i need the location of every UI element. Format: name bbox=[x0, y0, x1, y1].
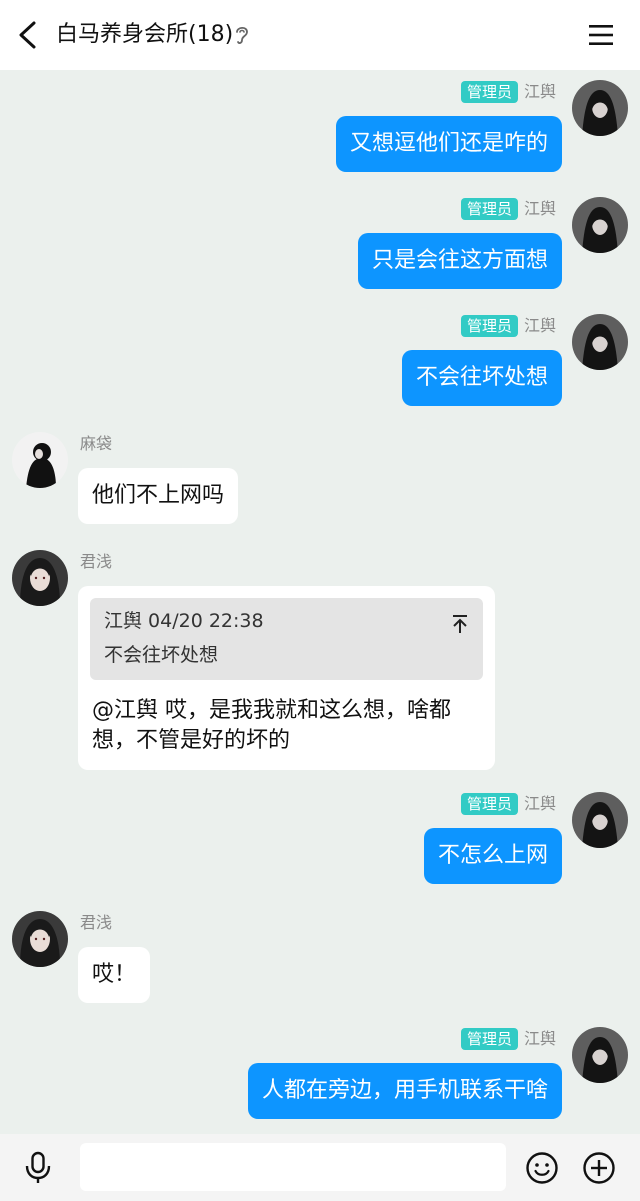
message-item: 管理员 江舆 不怎么上网 bbox=[0, 782, 640, 894]
sender-meta: 管理员 江舆 bbox=[460, 197, 556, 221]
avatar[interactable] bbox=[572, 1027, 628, 1083]
sender-name: 江舆 bbox=[523, 794, 556, 813]
sender-meta: 管理员 江舆 bbox=[460, 1027, 556, 1051]
chat-header: 白马养身会所(18) bbox=[0, 0, 640, 70]
message-bubble[interactable]: 他们不上网吗 bbox=[78, 468, 239, 524]
sender-name: 江舆 bbox=[523, 199, 556, 218]
back-arrow-icon[interactable] bbox=[14, 20, 42, 50]
admin-badge: 管理员 bbox=[460, 315, 518, 337]
sender-name: 江舆 bbox=[523, 1029, 556, 1048]
ear-icon bbox=[236, 26, 248, 44]
avatar[interactable] bbox=[12, 550, 68, 606]
sender-name: 江舆 bbox=[523, 316, 556, 335]
message-bubble[interactable]: 只是会往这方面想 bbox=[357, 233, 562, 289]
message-bubble[interactable]: 哎！ bbox=[78, 947, 151, 1003]
message-item: 君浅 江舆 04/20 22:38 不会往坏处想 @江舆 哎，是我我就和这么想，… bbox=[0, 540, 640, 780]
quote-header: 江舆 04/20 22:38 bbox=[104, 610, 264, 632]
sender-name: 江舆 bbox=[523, 82, 556, 101]
message-item: 管理员 江舆 人都在旁边，用手机联系干啥 bbox=[0, 1017, 640, 1129]
quoted-message[interactable]: 江舆 04/20 22:38 不会往坏处想 bbox=[90, 598, 483, 680]
sender-name: 麻袋 bbox=[80, 434, 113, 453]
emoji-icon[interactable] bbox=[525, 1151, 559, 1185]
admin-badge: 管理员 bbox=[460, 1028, 518, 1050]
message-input[interactable] bbox=[80, 1143, 506, 1191]
sender-name: 君浅 bbox=[80, 552, 113, 571]
avatar[interactable] bbox=[572, 792, 628, 848]
admin-badge: 管理员 bbox=[460, 81, 518, 103]
quote-text: 不会往坏处想 bbox=[104, 644, 219, 666]
sender-meta: 管理员 江舆 bbox=[460, 314, 556, 338]
message-item: 管理员 江舆 又想逗他们还是咋的 bbox=[0, 70, 640, 182]
avatar[interactable] bbox=[572, 80, 628, 136]
sender-meta: 君浅 bbox=[80, 550, 112, 574]
message-text: @江舆 哎，是我我就和这么想，啥都想，不管是好的坏的 bbox=[92, 698, 451, 753]
message-item: 君浅 哎！ bbox=[0, 901, 640, 1013]
admin-badge: 管理员 bbox=[460, 793, 518, 815]
reply-message-bubble[interactable]: 江舆 04/20 22:38 不会往坏处想 @江舆 哎，是我我就和这么想，啥都想… bbox=[78, 586, 495, 770]
avatar[interactable] bbox=[12, 911, 68, 967]
menu-icon[interactable] bbox=[586, 22, 616, 48]
message-item: 管理员 江舆 只是会往这方面想 bbox=[0, 187, 640, 299]
sender-meta: 麻袋 bbox=[80, 432, 112, 456]
chat-title[interactable]: 白马养身会所(18) bbox=[56, 18, 233, 52]
message-bubble[interactable]: 人都在旁边，用手机联系干啥 bbox=[247, 1063, 562, 1119]
message-list[interactable]: 管理员 江舆 又想逗他们还是咋的 管理员 江舆 只是会往这方面想 管理员 江舆 … bbox=[0, 70, 640, 1134]
microphone-icon[interactable] bbox=[24, 1151, 52, 1185]
avatar[interactable] bbox=[572, 314, 628, 370]
avatar[interactable] bbox=[572, 197, 628, 253]
sender-name: 君浅 bbox=[80, 913, 113, 932]
message-item: 管理员 江舆 不会往坏处想 bbox=[0, 304, 640, 416]
jump-to-top-icon[interactable] bbox=[451, 614, 469, 634]
message-item: 麻袋 他们不上网吗 bbox=[0, 422, 640, 534]
plus-icon[interactable] bbox=[582, 1151, 616, 1185]
sender-meta: 君浅 bbox=[80, 911, 112, 935]
input-bar bbox=[0, 1134, 640, 1201]
admin-badge: 管理员 bbox=[460, 198, 518, 220]
avatar[interactable] bbox=[12, 432, 68, 488]
message-bubble[interactable]: 又想逗他们还是咋的 bbox=[335, 116, 562, 172]
sender-meta: 管理员 江舆 bbox=[460, 792, 556, 816]
sender-meta: 管理员 江舆 bbox=[460, 80, 556, 104]
message-bubble[interactable]: 不怎么上网 bbox=[423, 828, 562, 884]
message-bubble[interactable]: 不会往坏处想 bbox=[401, 350, 562, 406]
